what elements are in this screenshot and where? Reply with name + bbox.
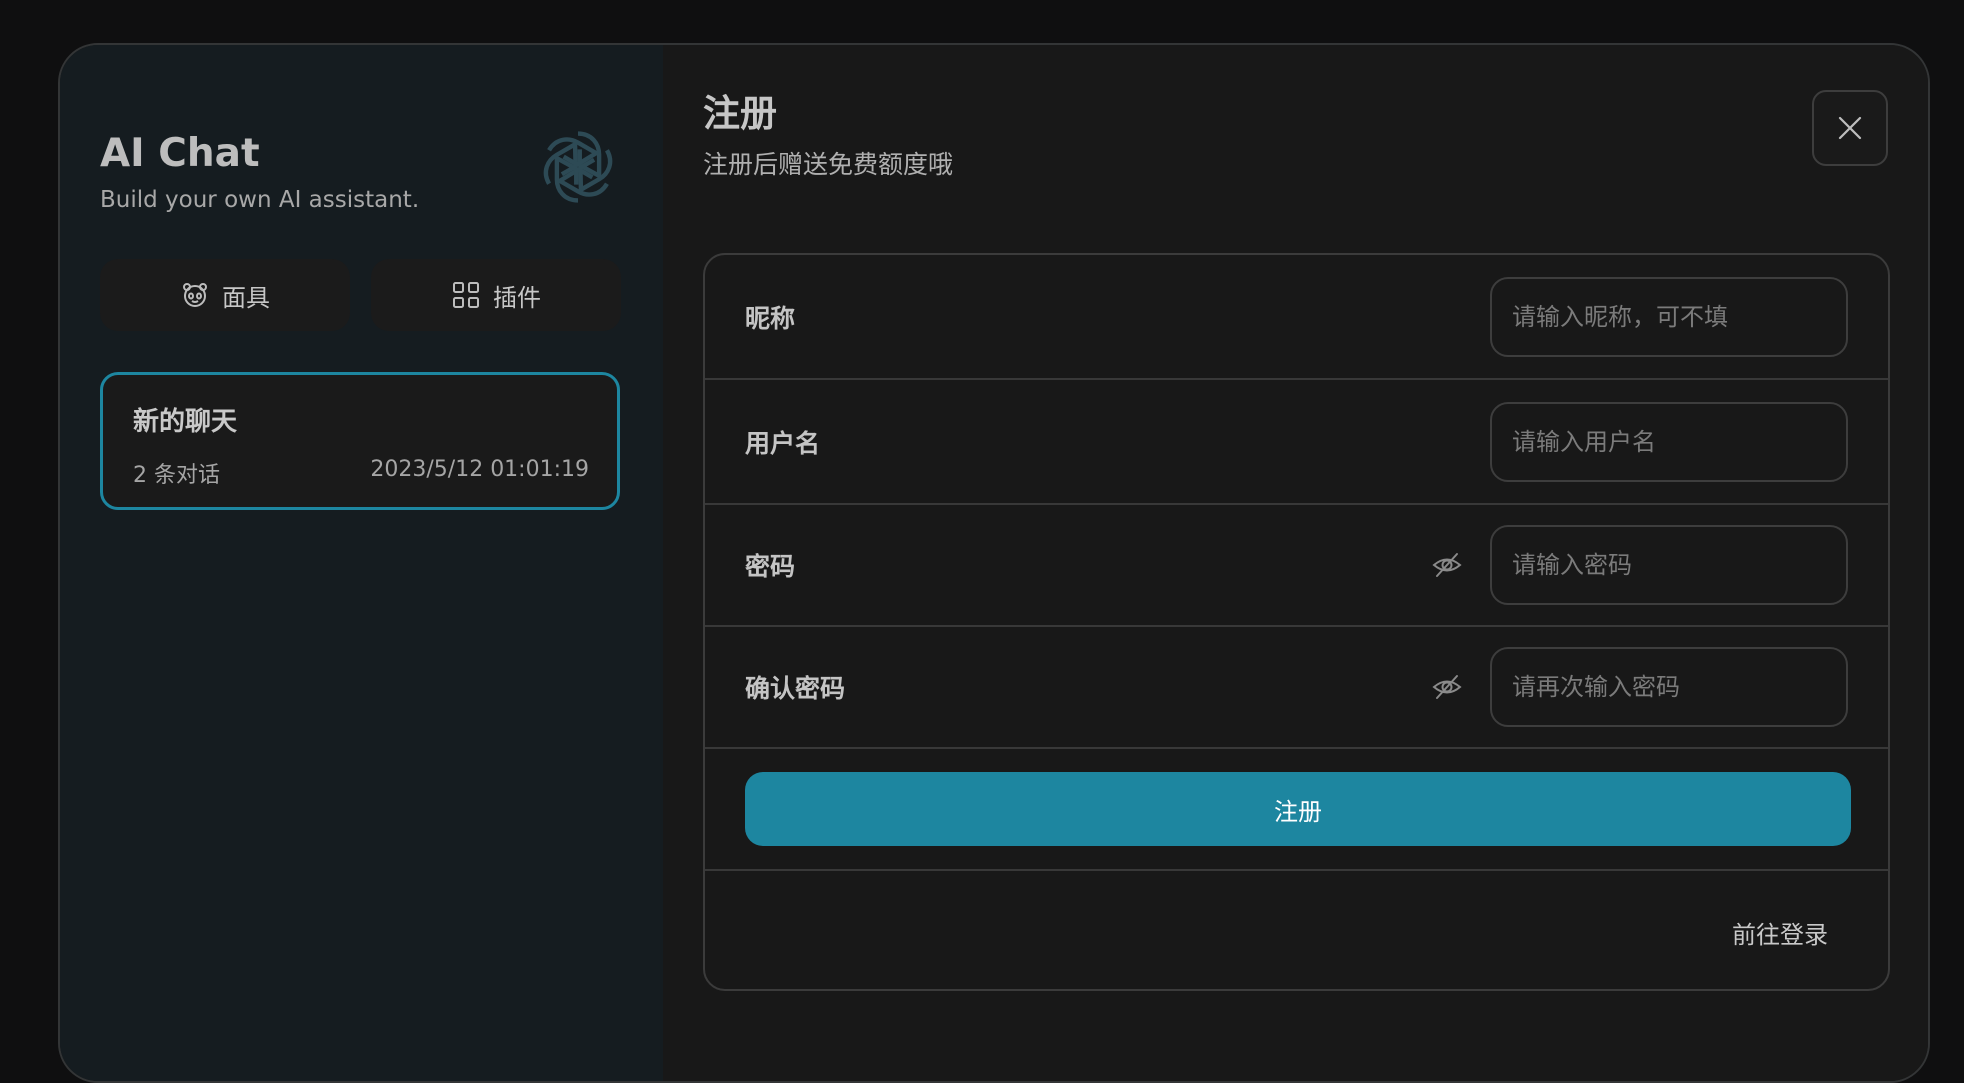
confirm-password-input[interactable] xyxy=(1490,647,1848,727)
form-row-password: 密码 xyxy=(705,505,1888,627)
confirm-password-label: 确认密码 xyxy=(745,674,846,703)
chat-item-time: 2023/5/12 01:01:19 xyxy=(370,457,589,482)
eye-off-icon[interactable] xyxy=(1431,671,1463,703)
plugin-button[interactable]: 插件 xyxy=(371,259,621,331)
register-form: 昵称 用户名 密码 确认密码 xyxy=(703,253,1890,991)
nickname-label: 昵称 xyxy=(745,303,796,333)
username-label: 用户名 xyxy=(745,428,821,458)
form-row-nickname: 昵称 xyxy=(705,255,1888,380)
sidebar: AI Chat Build your own AI assistant. 面具 … xyxy=(60,45,663,1081)
plugin-grid-icon xyxy=(453,282,479,308)
go-to-login-link[interactable]: 前往登录 xyxy=(1732,915,1828,950)
close-button[interactable] xyxy=(1812,90,1888,166)
chat-list-item[interactable]: 新的聊天 2 条对话 2023/5/12 01:01:19 xyxy=(100,372,620,510)
close-icon xyxy=(1838,116,1862,140)
app-subtitle: Build your own AI assistant. xyxy=(100,187,420,213)
main-panel: 注册 注册后赠送免费额度哦 昵称 用户名 密码 xyxy=(663,45,1928,1081)
eye-off-icon[interactable] xyxy=(1431,549,1463,581)
form-row-username: 用户名 xyxy=(705,380,1888,505)
openai-logo-icon xyxy=(543,131,613,203)
page-subtitle: 注册后赠送免费额度哦 xyxy=(703,150,954,179)
password-input[interactable] xyxy=(1490,525,1848,605)
username-input[interactable] xyxy=(1490,401,1848,482)
mask-button-label: 面具 xyxy=(222,283,270,312)
mask-icon xyxy=(183,283,207,307)
app-title: AI Chat xyxy=(100,131,260,176)
nickname-input[interactable] xyxy=(1490,276,1848,357)
plugin-button-label: 插件 xyxy=(493,283,541,312)
form-row-confirm-password: 确认密码 xyxy=(705,627,1888,749)
app-window: AI Chat Build your own AI assistant. 面具 … xyxy=(58,43,1930,1083)
register-button[interactable]: 注册 xyxy=(745,772,1851,846)
mask-button[interactable]: 面具 xyxy=(100,259,350,331)
page-title: 注册 xyxy=(703,92,777,135)
chat-item-count: 2 条对话 xyxy=(133,463,220,488)
password-label: 密码 xyxy=(745,552,796,581)
chat-item-title: 新的聊天 xyxy=(133,407,238,437)
